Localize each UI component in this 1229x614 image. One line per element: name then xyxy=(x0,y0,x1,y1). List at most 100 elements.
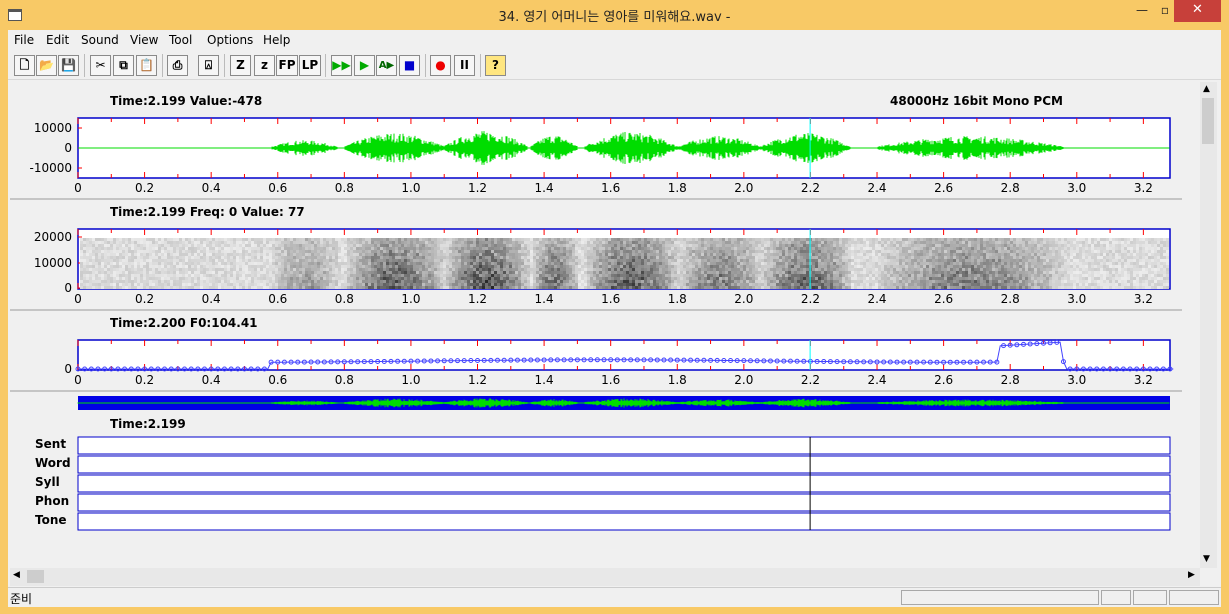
menu-tool[interactable]: Tool xyxy=(169,33,192,47)
spectrogram-cell xyxy=(884,244,887,247)
spectrogram-cell xyxy=(779,274,782,277)
spectrogram-cell xyxy=(677,277,680,280)
menu-file[interactable]: File xyxy=(14,33,34,47)
spectrogram-cell xyxy=(752,250,755,253)
spectrogram-cell xyxy=(767,283,770,286)
spectrogram-cell xyxy=(437,262,440,265)
spectrogram-cell xyxy=(917,277,920,280)
menu-edit[interactable]: Edit xyxy=(46,33,69,47)
spectrogram-cell xyxy=(164,286,167,289)
spectrogram-cell xyxy=(152,286,155,289)
spectrogram-cell xyxy=(146,265,149,268)
spectrogram-cell xyxy=(119,286,122,289)
lp-button[interactable]: LP xyxy=(299,55,321,76)
spectrogram-cell xyxy=(725,256,728,259)
spectrogram-cell xyxy=(494,247,497,250)
spectrogram-cell xyxy=(509,280,512,283)
spectrogram-cell xyxy=(380,250,383,253)
spectrogram-cell xyxy=(368,262,371,265)
spectrogram-cell xyxy=(182,250,185,253)
menu-sound[interactable]: Sound xyxy=(81,33,119,47)
spectrogram-cell xyxy=(815,253,818,256)
spectrogram-cell xyxy=(752,238,755,241)
spectrogram-cell xyxy=(821,265,824,268)
close-button[interactable]: ✕ xyxy=(1174,0,1221,22)
play-all-button[interactable]: ▶▶ xyxy=(331,55,352,76)
spectrogram-cell xyxy=(185,286,188,289)
spectrogram-cell xyxy=(359,283,362,286)
spectrogram-cell xyxy=(296,256,299,259)
spectrogram-cell xyxy=(422,280,425,283)
record-button[interactable]: ● xyxy=(430,55,451,76)
title-bar[interactable]: 34. 영기 어머니는 영아를 미워해요.wav - — ▫ ✕ xyxy=(0,0,1229,30)
spectrogram-cell xyxy=(710,283,713,286)
zoom-in-button[interactable]: Z xyxy=(230,55,251,76)
spectrogram-cell xyxy=(650,244,653,247)
spectrogram-cell xyxy=(782,274,785,277)
spectrogram-cell xyxy=(740,253,743,256)
spectrogram-cell xyxy=(839,244,842,247)
spectrogram-cell xyxy=(641,238,644,241)
spectrogram-cell xyxy=(359,250,362,253)
spectrogram-cell xyxy=(713,271,716,274)
save-button[interactable]: 💾 xyxy=(58,55,79,76)
client-area: File Edit Sound View Tool Options Help 🗋… xyxy=(8,30,1221,607)
spectrogram-cell xyxy=(329,265,332,268)
menu-options[interactable]: Options xyxy=(207,33,253,47)
spectrogram-cell xyxy=(125,247,128,250)
spectrogram-cell xyxy=(161,247,164,250)
spectrogram-cell xyxy=(287,247,290,250)
spectrogram-cell xyxy=(404,268,407,271)
fp-button[interactable]: FP xyxy=(276,55,298,76)
spectrogram-cell xyxy=(857,247,860,250)
spectrogram-cell xyxy=(83,271,86,274)
spectrogram-cell xyxy=(80,247,83,250)
spectrogram-cell xyxy=(569,244,572,247)
spectrogram-cell xyxy=(125,253,128,256)
menu-view[interactable]: View xyxy=(130,33,158,47)
spectrogram-cell xyxy=(449,286,452,289)
play-button[interactable]: ▶ xyxy=(354,55,375,76)
spectrogram-cell xyxy=(545,247,548,250)
help-button[interactable]: ? xyxy=(485,55,506,76)
print-button[interactable]: ⎙ xyxy=(167,55,188,76)
spectrogram-cell xyxy=(407,241,410,244)
spectrogram-cell xyxy=(428,283,431,286)
stop-button[interactable]: ■ xyxy=(399,55,420,76)
spectrogram-cell xyxy=(866,271,869,274)
spectrogram-cell xyxy=(674,280,677,283)
open-button[interactable]: 📂 xyxy=(36,55,57,76)
paste-button[interactable]: 📋 xyxy=(136,55,157,76)
spectrogram-cell xyxy=(398,253,401,256)
new-button[interactable]: 🗋 xyxy=(14,55,35,76)
spectrogram-cell xyxy=(911,244,914,247)
zoom-out-button[interactable]: z xyxy=(254,55,275,76)
spectrogram-cell xyxy=(518,286,521,289)
spectrogram-cell xyxy=(584,277,587,280)
spectrogram-cell xyxy=(380,262,383,265)
spectrogram-cell xyxy=(416,244,419,247)
spectrogram-cell xyxy=(80,238,83,241)
spectrogram-cell xyxy=(611,286,614,289)
spectrogram-cell xyxy=(560,250,563,253)
spectrogram-cell xyxy=(308,253,311,256)
spectrogram-cell xyxy=(287,283,290,286)
spectrogram-cell xyxy=(401,247,404,250)
spectrogram-cell xyxy=(83,265,86,268)
menu-help[interactable]: Help xyxy=(263,33,290,47)
spectrogram-cell xyxy=(149,241,152,244)
spectrogram-cell xyxy=(710,241,713,244)
copy-button[interactable]: ⧉ xyxy=(113,55,134,76)
cut-button[interactable]: ✂ xyxy=(90,55,111,76)
spectrogram-cell xyxy=(146,274,149,277)
spectrogram-cell xyxy=(290,241,293,244)
spectrogram-cell xyxy=(731,265,734,268)
spectrogram-cell xyxy=(404,277,407,280)
play-ab-button[interactable]: A▶ xyxy=(376,55,397,76)
pause-button[interactable]: II xyxy=(454,55,475,76)
work-area[interactable]: 0 0.2 0.4 0.6 0.8 1.0 1.2 1.4 1.6 1.8 2.0 2.2 2.4 2.6… xyxy=(10,82,1200,568)
spectrogram-cell xyxy=(911,268,914,271)
label-button[interactable]: ⍓ xyxy=(198,55,219,76)
spectrogram-cell xyxy=(218,253,221,256)
spectrogram-cell xyxy=(170,250,173,253)
